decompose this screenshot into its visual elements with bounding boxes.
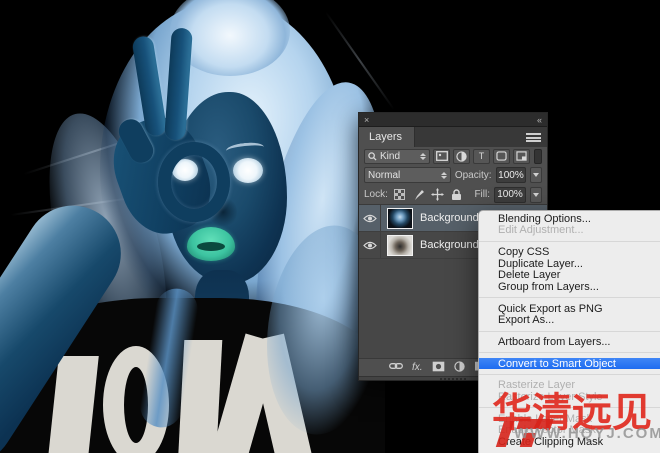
menu-separator: [479, 241, 660, 242]
lock-transparency-icon[interactable]: [393, 188, 407, 201]
blend-mode-value: Normal: [368, 170, 400, 181]
menu-item-enable-layer-mask: Enable Layer Mask: [479, 413, 660, 425]
panel-menu-button[interactable]: [526, 127, 547, 147]
mouth-shape: [197, 242, 225, 251]
filter-row: Kind T: [359, 147, 547, 165]
menu-item-export-as[interactable]: Export As...: [479, 314, 660, 326]
search-icon: [368, 152, 377, 161]
blend-row: Normal Opacity: 100%: [359, 165, 547, 185]
menu-separator: [479, 352, 660, 353]
menu-item-group-from-layers[interactable]: Group from Layers...: [479, 281, 660, 293]
menu-separator: [479, 331, 660, 332]
filter-smart-objects-icon[interactable]: [513, 149, 530, 164]
collapse-panel-icon[interactable]: «: [537, 115, 542, 125]
layer-context-menu: Blending Options...Edit Adjustment... Cop…: [478, 210, 660, 453]
filter-adjustment-layers-icon[interactable]: [453, 149, 470, 164]
layer-thumbnail[interactable]: [387, 235, 413, 256]
shirt-letter: [47, 356, 99, 453]
tab-layers[interactable]: Layers: [359, 127, 415, 147]
visibility-eye-toggle[interactable]: [359, 205, 381, 231]
menu-item-copy-css[interactable]: Copy CSS: [479, 246, 660, 258]
filter-pixel-layers-icon[interactable]: [433, 149, 450, 164]
opacity-label: Opacity:: [455, 170, 492, 181]
blend-mode-dropdown[interactable]: Normal: [364, 167, 451, 183]
layer-thumbnail[interactable]: [387, 208, 413, 229]
menu-item-duplicate-layer[interactable]: Duplicate Layer...: [479, 258, 660, 270]
lock-position-move-icon[interactable]: [431, 188, 445, 201]
new-adjustment-layer-icon[interactable]: [454, 361, 465, 375]
menu-item-enable-vector-mask: Enable Vector Mask: [479, 424, 660, 436]
menu-item-convert-to-smart-object[interactable]: Convert to Smart Object: [479, 358, 660, 370]
filter-toggle-switch[interactable]: [534, 149, 542, 164]
menu-item-rasterize-layer: Rasterize Layer: [479, 379, 660, 391]
eye-icon: [363, 241, 377, 250]
fill-dropdown-arrow[interactable]: [530, 187, 542, 203]
lock-pixels-brush-icon[interactable]: [412, 188, 426, 201]
menu-item-edit-adjustment: Edit Adjustment...: [479, 225, 660, 237]
visibility-eye-toggle[interactable]: [359, 232, 381, 258]
menu-separator: [479, 407, 660, 408]
lock-label: Lock:: [364, 189, 388, 200]
eye-icon: [363, 214, 377, 223]
menu-item-create-clipping-mask[interactable]: Create Clipping Mask: [479, 436, 660, 448]
ok-gesture-ring: [158, 142, 230, 222]
opacity-dropdown-arrow[interactable]: [530, 167, 542, 183]
panel-titlebar: × «: [359, 113, 547, 127]
menu-item-artboard-from-layers[interactable]: Artboard from Layers...: [479, 336, 660, 348]
panel-menu-icon: [526, 133, 541, 142]
panel-tab-bar: Layers: [359, 127, 547, 147]
menu-separator: [479, 374, 660, 375]
menu-separator: [479, 297, 660, 298]
close-icon[interactable]: ×: [364, 115, 369, 125]
fill-label: Fill:: [474, 189, 490, 200]
menu-item-quick-export-as-png[interactable]: Quick Export as PNG: [479, 303, 660, 315]
dropdown-arrows-icon: [417, 153, 426, 160]
layer-name: Background: [420, 239, 479, 251]
filter-type-layers-icon[interactable]: T: [473, 149, 490, 164]
menu-item-delete-layer[interactable]: Delete Layer: [479, 270, 660, 282]
layer-style-fx-icon[interactable]: fx.: [412, 362, 423, 373]
filter-kind-dropdown[interactable]: Kind: [364, 149, 430, 164]
right-eye-shape: [233, 158, 263, 183]
filter-shape-layers-icon[interactable]: [493, 149, 510, 164]
opacity-value[interactable]: 100%: [496, 167, 527, 183]
add-layer-mask-icon[interactable]: [432, 361, 445, 375]
lock-all-padlock-icon[interactable]: [450, 188, 464, 201]
menu-item-rasterize-layer-style: Rasterize Layer Style: [479, 391, 660, 403]
filter-kind-label: Kind: [380, 151, 400, 162]
dropdown-arrows-icon: [438, 172, 447, 179]
lock-row: Lock: Fill: 100%: [359, 185, 547, 204]
fill-value[interactable]: 100%: [494, 187, 526, 203]
screenshot-stage: × « Layers Kind T: [0, 0, 660, 453]
link-layers-icon[interactable]: [389, 362, 403, 373]
menu-item-blending-options[interactable]: Blending Options...: [479, 213, 660, 225]
